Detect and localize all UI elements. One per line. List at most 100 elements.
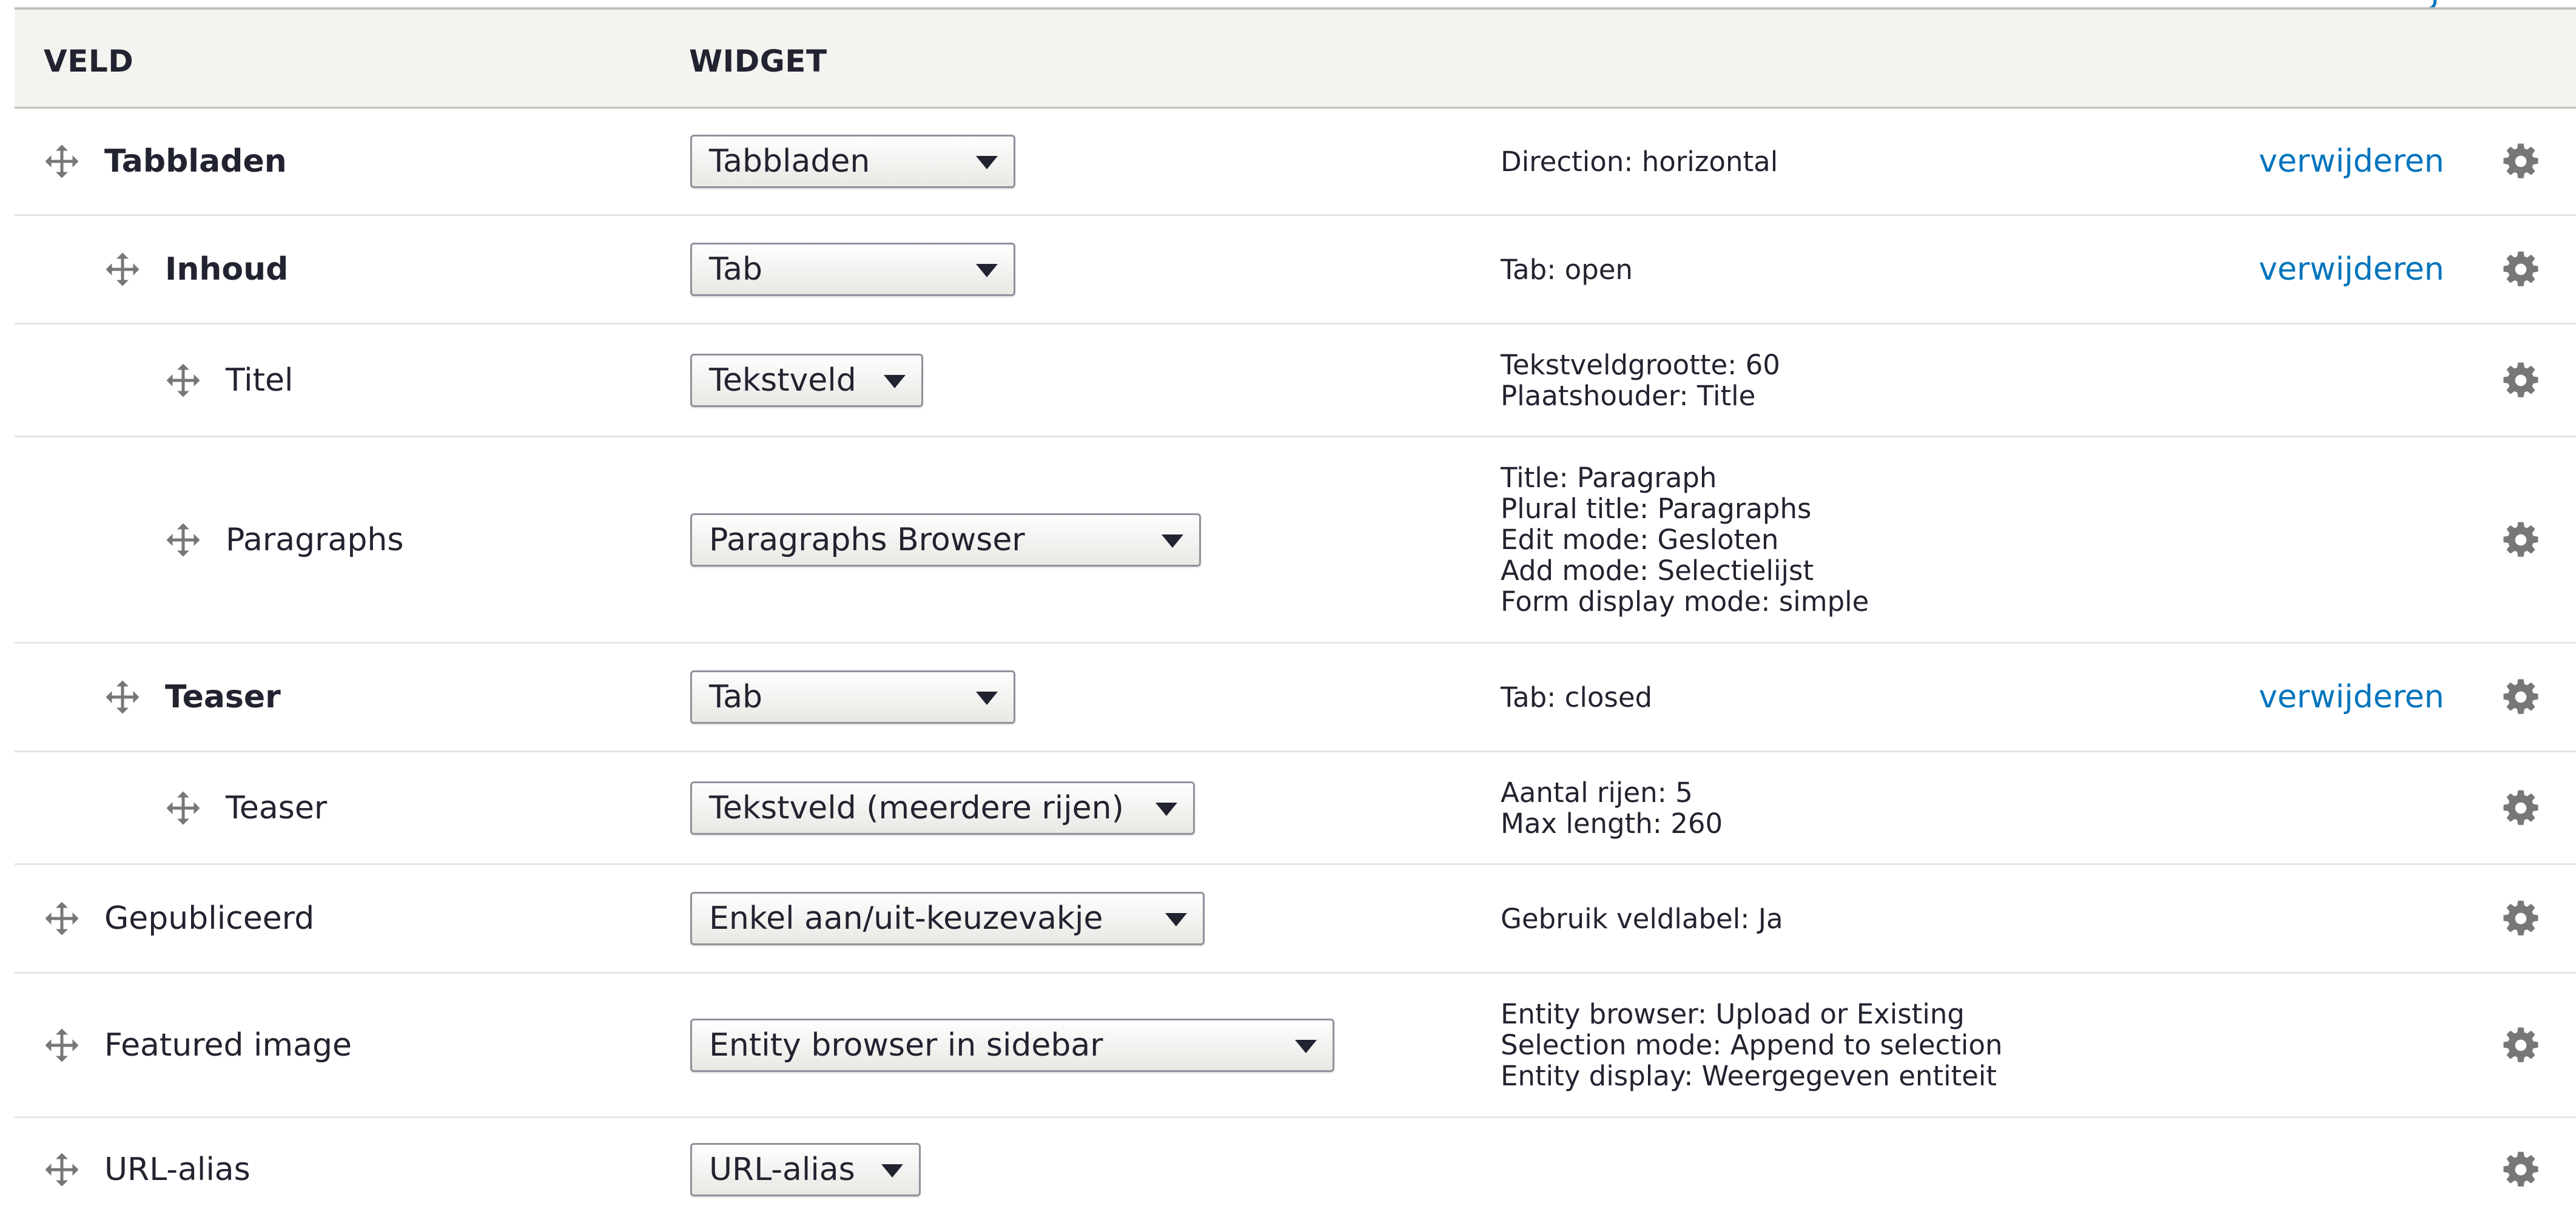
gear-icon[interactable]: [2501, 1026, 2540, 1065]
chevron-down-icon: [1165, 913, 1187, 926]
chevron-down-icon: [1155, 802, 1177, 816]
gear-icon[interactable]: [2501, 1150, 2540, 1189]
field-label: Titel: [226, 362, 294, 399]
settings-cell: [2501, 974, 2540, 1116]
field-name-cell: Tabbladen: [44, 109, 287, 214]
summary-line: Gebruik veldlabel: Ja: [1501, 902, 1783, 935]
widget-summary: Direction: horizontal: [1501, 109, 1778, 214]
widget-select[interactable]: URL-alias: [690, 1143, 921, 1196]
summary-line: Max length: 260: [1501, 807, 1723, 840]
table-row: Paragraphs Paragraphs Browser Title: Par…: [15, 437, 2576, 644]
widget-select[interactable]: Tab: [690, 670, 1015, 724]
table-row: Inhoud Tab Tab: open verwijderen: [15, 216, 2576, 325]
summary-line: Direction: horizontal: [1501, 145, 1778, 178]
chevron-down-icon: [881, 1164, 903, 1178]
remove-cell: verwijderen: [2259, 109, 2444, 214]
settings-cell: [2501, 437, 2540, 642]
form-display-page: VELD WIDGET Tabbladen Tabbladen Directio…: [0, 0, 2576, 1217]
settings-cell: [2501, 109, 2540, 214]
remove-link[interactable]: verwijderen: [2259, 251, 2444, 288]
table-row: Titel Tekstveld Tekstveldgrootte: 60 Pla…: [15, 325, 2576, 437]
field-name-cell: Paragraphs: [165, 437, 403, 642]
remove-link[interactable]: verwijderen: [2259, 679, 2444, 715]
widget-select-value: Entity browser in sidebar: [709, 1027, 1103, 1064]
widget-summary: Tab: closed: [1501, 644, 1652, 750]
field-name-cell: Inhoud: [104, 216, 288, 323]
widget-cell: Tab: [690, 644, 1015, 750]
move-arrows-icon[interactable]: [44, 900, 80, 937]
widget-summary: Title: Paragraph Plural title: Paragraph…: [1501, 437, 1869, 642]
chevron-down-icon: [1162, 534, 1183, 548]
chevron-down-icon: [976, 264, 998, 277]
widget-cell: Enkel aan/uit-keuzevakje: [690, 865, 1205, 972]
summary-line: Plaatshouder: Title: [1501, 379, 1756, 412]
field-label: Tabbladen: [104, 143, 287, 180]
table-row: Gepubliceerd Enkel aan/uit-keuzevakje Ge…: [15, 865, 2576, 974]
remove-cell: verwijderen: [2259, 216, 2444, 323]
table-row: Tabbladen Tabbladen Direction: horizonta…: [15, 109, 2576, 216]
table-row: Teaser Tab Tab: closed verwijderen: [15, 644, 2576, 752]
chevron-down-icon: [1295, 1039, 1317, 1053]
gear-icon[interactable]: [2501, 899, 2540, 938]
summary-line: Aantal rijen: 5: [1501, 776, 1693, 809]
widget-select[interactable]: Tekstveld (meerdere rijen): [690, 781, 1195, 835]
summary-line: Entity display: Weergegeven entiteit: [1501, 1060, 1997, 1092]
column-header-field: VELD: [44, 44, 134, 79]
field-widget-table: VELD WIDGET Tabbladen Tabbladen Directio…: [15, 7, 2576, 1217]
table-row: Teaser Tekstveld (meerdere rijen) Aantal…: [15, 752, 2576, 865]
summary-line: Edit mode: Gesloten: [1501, 524, 1779, 556]
widget-select-value: Tab: [709, 251, 763, 288]
summary-line: Add mode: Selectielijst: [1501, 555, 1814, 587]
widget-cell: URL-alias: [690, 1118, 921, 1217]
field-label: Teaser: [226, 789, 328, 826]
move-arrows-icon[interactable]: [44, 1151, 80, 1188]
widget-select-value: URL-alias: [709, 1151, 855, 1188]
field-name-cell: Teaser: [104, 644, 281, 750]
summary-line: Entity browser: Upload or Existing: [1501, 998, 1965, 1030]
move-arrows-icon[interactable]: [165, 362, 201, 399]
widget-select[interactable]: Paragraphs Browser: [690, 513, 1201, 567]
field-name-cell: Teaser: [165, 752, 327, 863]
widget-select[interactable]: Tab: [690, 243, 1015, 296]
widget-select-value: Tab: [709, 679, 763, 715]
summary-line: Tab: closed: [1501, 681, 1653, 713]
settings-cell: [2501, 325, 2540, 436]
gear-icon[interactable]: [2501, 361, 2540, 400]
move-arrows-icon[interactable]: [104, 251, 141, 288]
table-row: Featured image Entity browser in sidebar…: [15, 974, 2576, 1118]
summary-line: Tab: open: [1501, 253, 1633, 286]
widget-summary: Tab: open: [1501, 216, 1633, 323]
move-arrows-icon[interactable]: [44, 1027, 80, 1064]
move-arrows-icon[interactable]: [165, 522, 201, 558]
widget-cell: Tekstveld (meerdere rijen): [690, 752, 1195, 863]
table-row: URL-alias URL-alias: [15, 1118, 2576, 1217]
widget-select[interactable]: Enkel aan/uit-keuzevakje: [690, 892, 1205, 945]
field-label: URL-alias: [104, 1151, 251, 1188]
settings-cell: [2501, 752, 2540, 863]
move-arrows-icon[interactable]: [165, 790, 201, 826]
widget-cell: Tab: [690, 216, 1015, 323]
settings-cell: [2501, 644, 2540, 750]
gear-icon[interactable]: [2501, 678, 2540, 716]
move-arrows-icon[interactable]: [104, 679, 141, 715]
move-arrows-icon[interactable]: [44, 143, 80, 180]
field-label: Inhoud: [165, 251, 289, 288]
gear-icon[interactable]: [2501, 142, 2540, 181]
chevron-down-icon: [884, 374, 906, 388]
remove-link[interactable]: verwijderen: [2259, 143, 2444, 180]
chevron-down-icon: [976, 156, 998, 169]
settings-cell: [2501, 1118, 2540, 1217]
summary-line: Title: Paragraph: [1501, 462, 1717, 494]
widget-summary: Aantal rijen: 5 Max length: 260: [1501, 752, 1723, 863]
gear-icon[interactable]: [2501, 521, 2540, 559]
field-label: Featured image: [104, 1027, 352, 1064]
column-header-widget: WIDGET: [689, 44, 827, 79]
widget-select[interactable]: Tabbladen: [690, 135, 1015, 188]
gear-icon[interactable]: [2501, 789, 2540, 828]
widget-select[interactable]: Tekstveld: [690, 353, 923, 407]
widget-cell: Tekstveld: [690, 325, 923, 436]
widget-select[interactable]: Entity browser in sidebar: [690, 1018, 1334, 1072]
gear-icon[interactable]: [2501, 250, 2540, 289]
widget-summary: Tekstveldgrootte: 60 Plaatshouder: Title: [1501, 325, 1780, 436]
summary-line: Plural title: Paragraphs: [1501, 493, 1812, 525]
